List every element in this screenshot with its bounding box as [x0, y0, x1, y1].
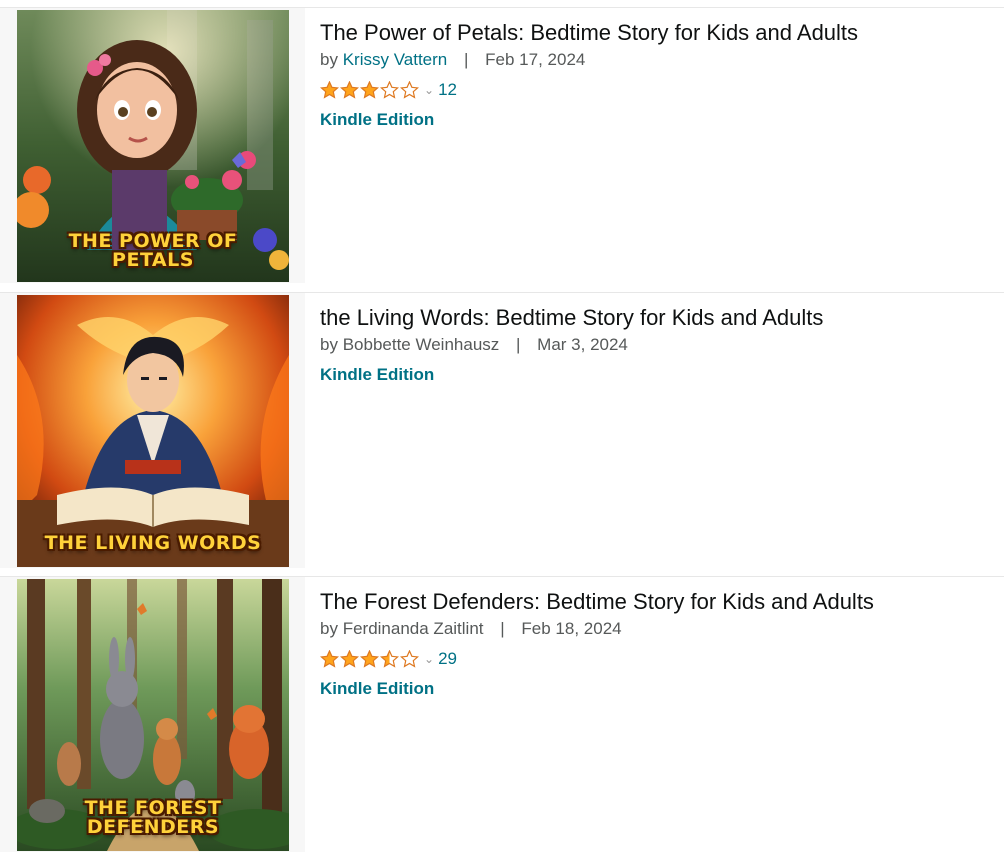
by-prefix: by [320, 50, 338, 69]
rating-row: ⌄ 29 [320, 648, 994, 670]
publication-date: Feb 18, 2024 [521, 619, 622, 638]
star-icon [320, 650, 339, 668]
search-results-list: THE POWER OF PETALS The Power of Petals:… [0, 0, 1004, 860]
star-icon [380, 650, 399, 668]
byline: by Krissy Vattern | Feb 17, 2024 [320, 49, 994, 71]
author-name: Bobbette Weinhausz [342, 335, 500, 354]
chevron-down-icon[interactable]: ⌄ [424, 83, 434, 97]
result-item: THE FOREST DEFENDERS The Forest Defender… [0, 576, 1004, 852]
star-icon [340, 650, 359, 668]
chevron-down-icon[interactable]: ⌄ [424, 652, 434, 666]
star-icon [320, 81, 339, 99]
kindle-edition-link[interactable]: Kindle Edition [320, 110, 994, 130]
by-prefix: by [320, 619, 338, 638]
star-rating[interactable] [320, 650, 420, 668]
result-info: the Living Words: Bedtime Story for Kids… [320, 293, 994, 385]
boy-reading-fire-cover [17, 295, 289, 567]
result-title-link[interactable]: the Living Words: Bedtime Story for Kids… [320, 305, 994, 331]
result-title-link[interactable]: The Power of Petals: Bedtime Story for K… [320, 20, 994, 46]
star-icon [400, 81, 419, 99]
result-image-column: THE POWER OF PETALS [0, 8, 305, 283]
kindle-edition-link[interactable]: Kindle Edition [320, 679, 994, 699]
result-image-column: THE LIVING WORDS [0, 293, 305, 568]
result-item: THE LIVING WORDS the Living Words: Bedti… [0, 292, 1004, 568]
result-image-column: THE FOREST DEFENDERS [0, 577, 305, 852]
cover-title-text: THE POWER OF PETALS [68, 230, 238, 271]
rating-count-link[interactable]: 12 [438, 80, 457, 100]
star-icon [380, 81, 399, 99]
author-name: Ferdinanda Zaitlint [342, 619, 484, 638]
kindle-edition-link[interactable]: Kindle Edition [320, 365, 994, 385]
star-icon [360, 81, 379, 99]
book-cover-image[interactable]: THE POWER OF PETALS [17, 10, 289, 282]
byline: by Bobbette Weinhausz | Mar 3, 2024 [320, 334, 994, 356]
rating-count-link[interactable]: 29 [438, 649, 457, 669]
author-link[interactable]: Krissy Vattern [343, 50, 448, 69]
publication-date: Feb 17, 2024 [485, 50, 586, 69]
star-icon [340, 81, 359, 99]
byline: by Ferdinanda Zaitlint | Feb 18, 2024 [320, 618, 994, 640]
result-info: The Forest Defenders: Bedtime Story for … [320, 577, 994, 699]
star-rating[interactable] [320, 81, 420, 99]
byline-separator: | [516, 335, 521, 354]
byline-separator: | [464, 50, 469, 69]
result-title-link[interactable]: The Forest Defenders: Bedtime Story for … [320, 589, 994, 615]
cover-title-text: THE LIVING WORDS [44, 532, 262, 554]
book-cover-image[interactable]: THE FOREST DEFENDERS [17, 579, 289, 851]
publication-date: Mar 3, 2024 [537, 335, 628, 354]
cover-title-text: THE FOREST DEFENDERS [84, 797, 222, 838]
star-icon [400, 650, 419, 668]
result-item: THE POWER OF PETALS The Power of Petals:… [0, 7, 1004, 283]
byline-separator: | [500, 619, 505, 638]
rating-row: ⌄ 12 [320, 79, 994, 101]
book-cover-image[interactable]: THE LIVING WORDS [17, 295, 289, 567]
star-icon [360, 650, 379, 668]
result-info: The Power of Petals: Bedtime Story for K… [320, 8, 994, 130]
by-prefix: by [320, 335, 338, 354]
